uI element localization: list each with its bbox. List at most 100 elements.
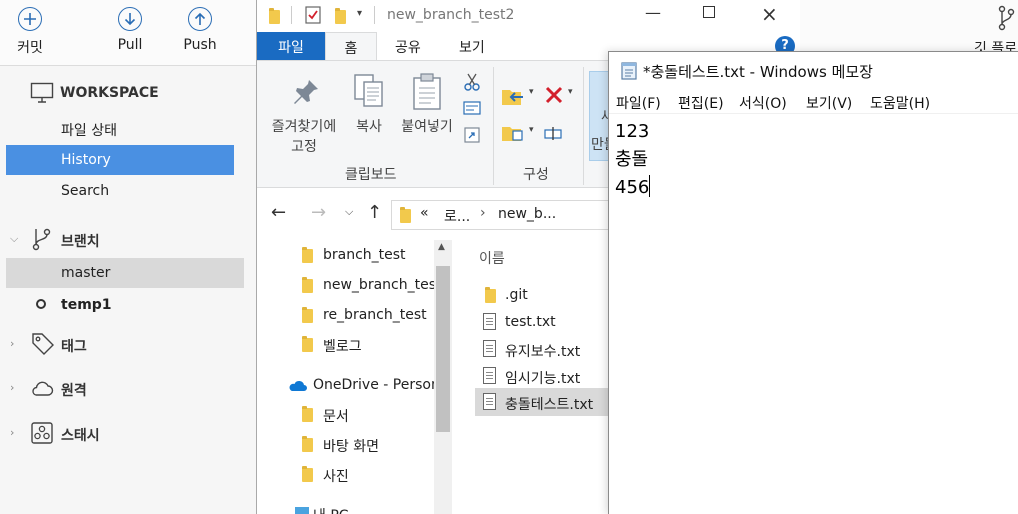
- list-item[interactable]: 유지보수.txt: [475, 335, 609, 363]
- address-overflow[interactable]: «: [420, 205, 429, 221]
- properties-icon[interactable]: [305, 6, 321, 24]
- nav-item-label: new_branch_test: [323, 277, 435, 293]
- push-button[interactable]: Push: [170, 4, 230, 62]
- address-segment-1[interactable]: 로...: [444, 206, 470, 226]
- workspace-header[interactable]: WORKSPACE: [0, 78, 256, 108]
- notepad-icon: [621, 62, 637, 80]
- explorer-titlebar[interactable]: ▾ new_branch_test2 — ×: [257, 0, 800, 32]
- arrow-up-icon: [188, 7, 212, 31]
- menu-file[interactable]: 파일(F): [616, 93, 661, 113]
- paste-shortcut-icon[interactable]: [464, 125, 480, 143]
- git-flow-icon[interactable]: [996, 4, 1016, 36]
- tab-share[interactable]: 공유: [395, 37, 421, 57]
- folder-icon: [302, 336, 313, 352]
- branches-header[interactable]: ⌵ 브랜치: [0, 224, 256, 254]
- dropdown-arrow-icon[interactable]: ▾: [568, 87, 573, 97]
- notepad-text-area[interactable]: 123 충돌 456: [615, 118, 1015, 202]
- group-clipboard-label: 클립보드: [345, 167, 397, 183]
- close-button[interactable]: ×: [761, 2, 778, 26]
- branch-item-master[interactable]: master: [0, 258, 256, 288]
- menu-edit[interactable]: 편집(E): [678, 93, 724, 113]
- nav-item-label: 사진: [323, 469, 349, 485]
- pin-quick-access-button[interactable]: 즐겨찾기에 고정: [263, 71, 345, 161]
- sidebar-item-search[interactable]: Search: [0, 176, 256, 206]
- folder-icon: [400, 207, 411, 223]
- computer-icon: [295, 507, 309, 514]
- list-item-git[interactable]: .git: [475, 281, 609, 309]
- nav-scrollbar-thumb[interactable]: [436, 266, 450, 432]
- scroll-up-icon[interactable]: ▲: [438, 242, 445, 252]
- recent-locations-button[interactable]: ⌵: [345, 205, 353, 219]
- folder-icon: [302, 436, 313, 452]
- notepad-titlebar[interactable]: *충돌테스트.txt - Windows 메모장: [609, 52, 1018, 88]
- chevron-right-icon: ›: [480, 205, 486, 221]
- delete-icon[interactable]: [544, 85, 564, 105]
- nav-item[interactable]: new_branch_test: [257, 272, 435, 298]
- copy-path-icon[interactable]: [463, 101, 481, 115]
- dropdown-arrow-icon[interactable]: ▾: [529, 87, 534, 97]
- forward-button[interactable]: →: [311, 202, 326, 223]
- sidebar-item-file-status[interactable]: 파일 상태: [0, 113, 256, 143]
- customize-toolbar-icon[interactable]: ▾: [357, 8, 362, 19]
- nav-item-label: re_branch_test: [323, 307, 427, 323]
- file-name: test.txt: [505, 314, 556, 330]
- copy-to-icon[interactable]: [501, 123, 527, 143]
- pull-label: Pull: [117, 37, 143, 53]
- dropdown-arrow-icon[interactable]: ▾: [529, 125, 534, 135]
- tags-header[interactable]: › 태그: [0, 329, 256, 359]
- back-button[interactable]: ←: [271, 202, 286, 223]
- text-caret: [649, 175, 651, 197]
- text-file-icon: [483, 367, 496, 384]
- folder-icon: [485, 287, 496, 303]
- paste-icon: [413, 73, 441, 110]
- folder-icon: [302, 307, 313, 323]
- minimize-button[interactable]: —: [645, 3, 661, 22]
- pull-button[interactable]: Pull: [100, 4, 160, 62]
- maximize-button[interactable]: [703, 6, 715, 18]
- remotes-header[interactable]: › 원격: [0, 373, 256, 403]
- nav-item-this-pc[interactable]: 내 PC: [257, 502, 435, 514]
- stashes-header[interactable]: › 스태시: [0, 418, 256, 448]
- nav-item[interactable]: branch_test: [257, 242, 435, 268]
- arrow-down-icon: [118, 7, 142, 31]
- column-header-name[interactable]: 이름: [479, 248, 505, 268]
- paste-button[interactable]: 붙여넣기: [395, 71, 459, 141]
- nav-scrollbar[interactable]: ▲: [434, 240, 452, 514]
- menu-format[interactable]: 서식(O): [739, 93, 787, 113]
- remotes-label: 원격: [61, 383, 87, 399]
- up-button[interactable]: ↑: [367, 202, 382, 223]
- rename-icon[interactable]: [544, 125, 562, 141]
- group-organize-label: 구성: [523, 167, 549, 183]
- monitor-icon: [30, 82, 54, 103]
- nav-item[interactable]: re_branch_test: [257, 302, 435, 328]
- move-to-icon[interactable]: [501, 85, 527, 107]
- history-label: History: [61, 152, 111, 168]
- tab-home[interactable]: 홈: [325, 32, 377, 61]
- branch-item-temp1[interactable]: temp1: [0, 290, 256, 320]
- list-item-selected[interactable]: 충돌테스트.txt: [475, 388, 609, 416]
- tab-file[interactable]: 파일: [257, 32, 325, 60]
- nav-item[interactable]: 바탕 화면: [257, 431, 435, 457]
- nav-item-onedrive[interactable]: OneDrive - Person: [257, 372, 435, 398]
- folder-icon: [302, 466, 313, 482]
- sidebar-item-history[interactable]: History: [0, 145, 256, 175]
- nav-item[interactable]: 벨로그: [257, 331, 435, 357]
- tab-view[interactable]: 보기: [459, 37, 485, 57]
- list-item[interactable]: test.txt: [475, 308, 609, 336]
- branch-temp1-label: temp1: [61, 297, 112, 313]
- list-item[interactable]: 임시기능.txt: [475, 362, 609, 390]
- stashes-label: 스태시: [61, 428, 100, 444]
- menu-view[interactable]: 보기(V): [806, 93, 852, 113]
- address-input[interactable]: « 로... › new_b...: [391, 200, 621, 230]
- new-folder-icon[interactable]: [335, 8, 346, 24]
- nav-item[interactable]: 사진: [257, 461, 435, 487]
- onedrive-icon: [289, 380, 307, 391]
- nav-item-label: 문서: [323, 409, 349, 425]
- explorer-title: new_branch_test2: [387, 7, 515, 23]
- address-segment-2[interactable]: new_b...: [498, 206, 556, 222]
- commit-button[interactable]: 커밋: [0, 4, 60, 62]
- menu-help[interactable]: 도움말(H): [870, 93, 930, 113]
- nav-item[interactable]: 문서: [257, 401, 435, 427]
- cut-icon[interactable]: [463, 73, 481, 91]
- copy-button[interactable]: 복사: [347, 71, 391, 141]
